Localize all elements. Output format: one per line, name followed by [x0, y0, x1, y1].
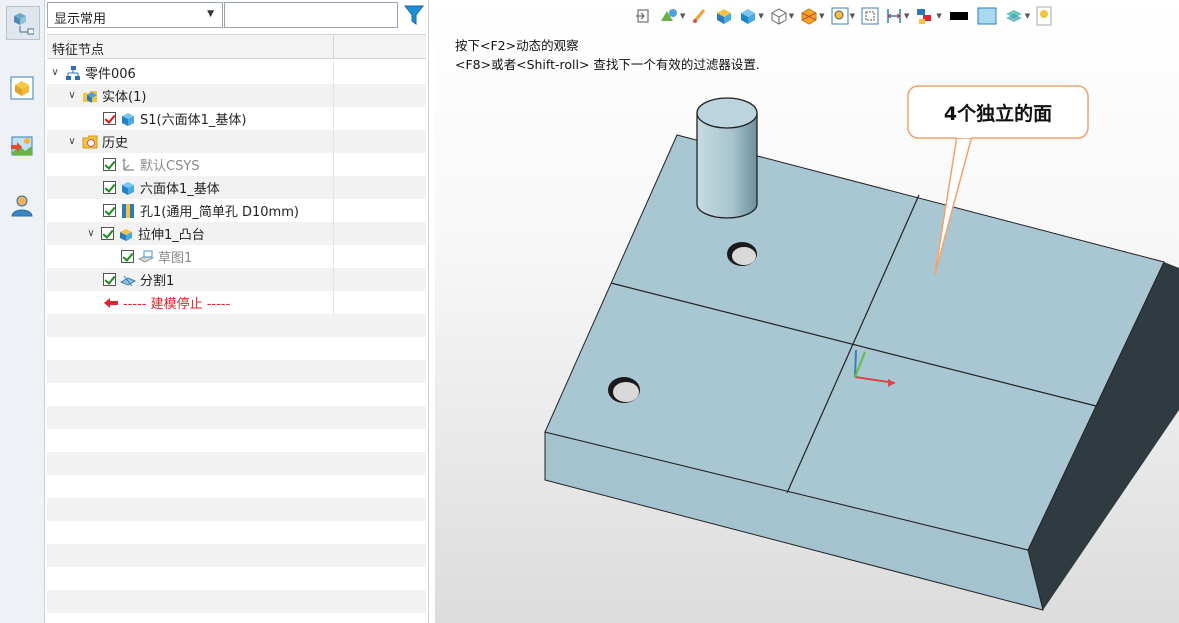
- hole-icon: [122, 203, 134, 218]
- tree-node-label: 默认CSYS: [140, 159, 200, 174]
- tree-node-label: 孔1(通用_简单孔 D10mm): [140, 205, 299, 220]
- column-divider: [333, 61, 334, 84]
- boss-cylinder-side[interactable]: [696, 113, 758, 219]
- column-divider: [333, 176, 334, 199]
- feature-tree: ∨ 零件006 ∨ 实体(1) S1(六面体1_基体) ∨ 历史 默认CSYS …: [47, 61, 426, 623]
- solid-body-folder-icon: [83, 90, 97, 103]
- column-divider: [333, 245, 334, 268]
- feature-tree-panel: 显示常用 ▼ 特征节点 ∨ 零件006 ∨ 实体(1) S1(六面体1_基体) …: [45, 0, 429, 623]
- empty-row: [47, 521, 426, 544]
- funnel-filter-icon: [403, 5, 424, 25]
- tree-row-split[interactable]: 分割1: [47, 268, 426, 291]
- 3d-viewport[interactable]: ▼ ▼ ▼ ▼ ▼ ▼ ▼ ▼ 按下<F2>动态的观察 <F8>或者<Shift…: [435, 0, 1179, 623]
- empty-row: [47, 337, 426, 360]
- empty-row: [47, 429, 426, 452]
- tree-node-label: 历史: [102, 136, 129, 151]
- tree-row-hole[interactable]: 孔1(通用_简单孔 D10mm): [47, 199, 426, 222]
- empty-row: [47, 475, 426, 498]
- feature-node-column-title: 特征节点: [52, 43, 105, 58]
- visibility-checkbox[interactable]: [103, 181, 116, 194]
- empty-row: [47, 314, 426, 337]
- tree-row-solids[interactable]: ∨ 实体(1): [47, 84, 426, 107]
- chevron-down-icon[interactable]: ∨: [49, 67, 61, 78]
- picture-arrow-icon: [11, 136, 33, 156]
- tree-row-sketch[interactable]: 草图1: [47, 245, 426, 268]
- tree-row-s1[interactable]: S1(六面体1_基体): [47, 107, 426, 130]
- column-divider: [333, 222, 334, 245]
- csys-icon: [122, 157, 134, 171]
- column-divider: [333, 84, 334, 107]
- stop-arrow-icon: [104, 297, 118, 308]
- tree-row-csys[interactable]: 默认CSYS: [47, 153, 426, 176]
- visibility-checkbox[interactable]: [101, 227, 114, 240]
- empty-row: [47, 383, 426, 406]
- view-manager-button[interactable]: [6, 72, 38, 104]
- history-folder-icon: [82, 135, 98, 148]
- user-icon: [11, 195, 33, 217]
- empty-row: [47, 567, 426, 590]
- tree-row-extrude[interactable]: ∨ 拉伸1_凸台: [47, 222, 426, 245]
- hexahedron-icon: [122, 181, 134, 195]
- tree-node-label: 草图1: [158, 251, 193, 266]
- image-import-button[interactable]: [6, 130, 38, 162]
- feature-tree-tab-icon: [14, 13, 34, 35]
- filter-bar: 显示常用 ▼: [45, 0, 428, 30]
- column-divider: [333, 268, 334, 291]
- tree-column-header[interactable]: 特征节点: [47, 34, 426, 59]
- left-side-toolbar: [0, 0, 45, 623]
- column-divider: [333, 199, 334, 222]
- tree-row-history[interactable]: ∨ 历史: [47, 130, 426, 153]
- column-divider: [333, 153, 334, 176]
- tree-row-stop-modeling[interactable]: ----- 建模停止 -----: [47, 291, 426, 314]
- tree-node-label: 拉伸1_凸台: [138, 228, 205, 243]
- column-divider: [333, 107, 334, 130]
- column-divider: [333, 130, 334, 153]
- filter-search-input[interactable]: [224, 2, 398, 28]
- callout: 4个独立的面: [908, 86, 1088, 138]
- tree-node-label: ----- 建模停止 -----: [123, 297, 231, 312]
- box-view-icon: [10, 76, 34, 100]
- tree-node-label: 实体(1): [102, 90, 147, 105]
- empty-row: [47, 498, 426, 521]
- column-divider: [333, 35, 334, 59]
- empty-row: [47, 590, 426, 613]
- tree-row-hexahedron[interactable]: 六面体1_基体: [47, 176, 426, 199]
- visibility-checkbox[interactable]: [103, 204, 116, 217]
- visibility-checkbox[interactable]: [103, 158, 116, 171]
- tree-node-label: 六面体1_基体: [140, 182, 220, 197]
- split-icon: [120, 275, 136, 286]
- user-panel-button[interactable]: [6, 190, 38, 222]
- filter-button[interactable]: [401, 2, 426, 28]
- tree-node-label: 零件006: [85, 67, 136, 82]
- chevron-down-icon[interactable]: ∨: [66, 136, 78, 147]
- callout-label: 4个独立的面: [943, 102, 1053, 125]
- empty-row: [47, 452, 426, 475]
- display-filter-dropdown[interactable]: 显示常用 ▼: [47, 2, 223, 28]
- sketch-icon: [138, 250, 154, 263]
- visibility-checkbox[interactable]: [103, 273, 116, 286]
- feature-tree-tab[interactable]: [6, 6, 40, 40]
- column-divider: [333, 291, 334, 314]
- chevron-down-icon[interactable]: ∨: [85, 228, 97, 239]
- extrude-icon: [120, 228, 132, 241]
- hole-front-inner: [613, 382, 639, 402]
- part-assembly-icon: [66, 65, 80, 80]
- empty-row: [47, 544, 426, 567]
- tree-node-label: S1(六面体1_基体): [140, 113, 247, 128]
- chevron-down-icon[interactable]: ∨: [66, 90, 78, 101]
- boss-cylinder-top[interactable]: [696, 97, 758, 129]
- visibility-checkbox[interactable]: [121, 250, 134, 263]
- empty-row: [47, 360, 426, 383]
- tree-node-label: 分割1: [140, 274, 175, 289]
- empty-row: [47, 406, 426, 429]
- tree-row-part[interactable]: ∨ 零件006: [47, 61, 426, 84]
- display-filter-value: 显示常用: [54, 12, 107, 27]
- visibility-checkbox[interactable]: [103, 112, 116, 125]
- solid-cube-icon: [122, 112, 134, 126]
- hole-top-inner: [732, 247, 756, 265]
- chevron-down-icon: ▼: [207, 9, 214, 19]
